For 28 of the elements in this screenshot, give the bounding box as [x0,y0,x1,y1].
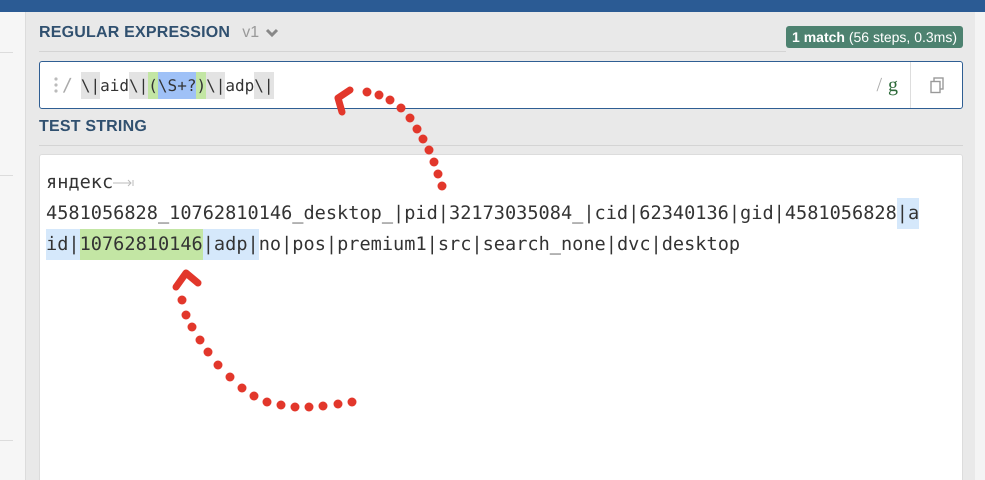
drag-handle-icon[interactable] [54,77,58,93]
regex-token: ( [148,72,158,98]
section-title: REGULAR EXPRESSION [39,24,230,42]
test-text: яндекс [46,171,114,195]
regex-input-field[interactable]: / \|aid\|(\S+?)\|adp\| / g [39,61,963,109]
regex-token: \| [254,72,274,98]
match-highlight: |a [896,198,920,229]
match-highlight: 10762810146 [80,229,203,260]
open-delimiter: / [62,74,73,96]
section-title: TEST STRING [39,118,147,136]
regex-token: ) [196,72,206,98]
copy-button[interactable] [910,62,962,108]
test-text: 4581056828_10762810146_desktop_|pid|32173035084_|cid|62340136|gid|4581056828 [46,202,897,226]
match-highlight: |adp| [202,229,259,260]
test-text: no|pos|premium1|src|search_none|dvc|desktop [258,233,740,257]
regex-flags[interactable]: g [888,74,898,96]
chevron-down-icon[interactable] [265,28,280,38]
regex-token: \| [80,72,100,98]
regex-text: aid [100,74,130,96]
regex-token: \S+? [158,72,196,98]
match-info-badge: 1 match (56 steps, 0.3ms) [786,26,963,48]
copy-icon [928,76,944,94]
match-highlight: id| [46,229,80,260]
regex-token: \| [129,72,148,98]
regex-text: adp [225,74,254,96]
close-delimiter: / [876,74,882,96]
regex-token: \| [206,72,226,98]
test-string-field[interactable]: яндекс 4581056828_10762810146_desktop_|pid|32173035084_|cid|62340136|gid|4581056828|a id|10762810146|adp|no|pos|premium1|src|search_none|dvc|desktop [39,154,963,480]
